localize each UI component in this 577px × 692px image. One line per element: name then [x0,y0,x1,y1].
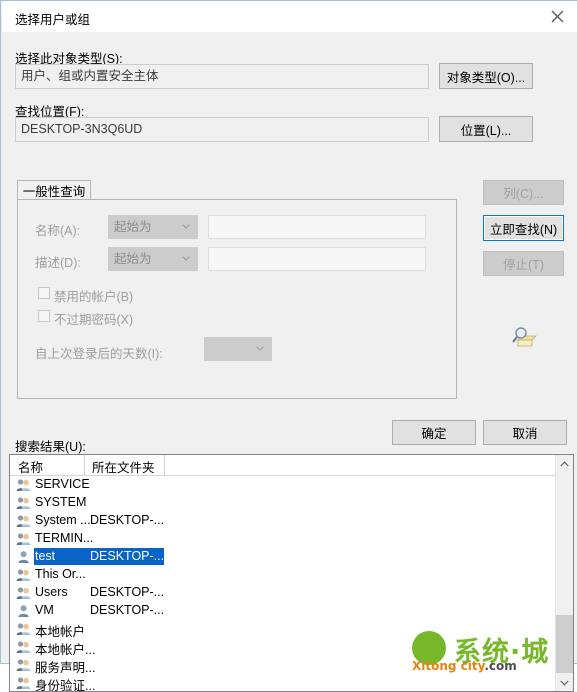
group-icon [16,496,32,510]
description-label: 描述(D): [35,256,81,270]
magnifier-folder-icon [512,327,537,347]
group-icon [16,622,32,636]
description-condition-dropdown[interactable]: 起始为 [108,247,198,271]
non-expiring-password-checkbox[interactable] [38,310,50,322]
user-icon [18,551,29,563]
table-row[interactable]: SYSTEM [10,494,573,512]
scroll-down-button[interactable] [556,674,573,691]
group-icon [16,532,32,546]
common-queries-panel: 名称(A): 起始为 描述(D): 起始为 禁用的帐户(B) 不过期密码(X) … [17,199,457,399]
chevron-down-icon [182,256,190,261]
dialog-body: 选择此对象类型(S): 用户、组或内置安全主体 对象类型(O)... 查找位置(… [2,32,577,692]
group-icon [16,676,32,690]
chevron-up-icon [560,460,569,466]
row-folder: DESKTOP-... [90,603,165,617]
group-icon [16,658,32,672]
row-name: SERVICE [35,477,90,491]
table-row[interactable]: Users DESKTOP-... [10,584,573,602]
column-divider[interactable] [164,455,165,475]
group-icon [16,478,32,492]
group-icon [16,514,32,528]
group-icon [16,568,32,582]
row-name: This Or... [35,567,86,581]
table-row[interactable]: System ... DESKTOP-... [10,512,573,530]
window-title: 选择用户或组 [15,13,91,27]
days-since-logon-dropdown[interactable] [204,337,272,361]
group-icon [16,677,31,689]
group-icon [16,533,31,545]
table-row[interactable]: 本地帐户 [10,620,573,639]
table-row[interactable]: test DESKTOP-... [10,548,573,566]
row-name: test [35,549,56,563]
table-row[interactable]: TERMIN... [10,530,573,548]
user-icon [18,605,29,617]
name-value-input[interactable] [208,215,426,239]
chevron-down-icon [182,224,190,229]
tab-common-queries-label: 一般性查询 [22,184,86,199]
columns-button[interactable]: 列(C)... [483,180,564,205]
stop-button[interactable]: 停止(T) [483,251,564,276]
group-icon [16,659,31,671]
description-value-input[interactable] [208,247,426,271]
table-row[interactable]: SERVICE [10,476,573,494]
group-icon [16,569,31,581]
column-header-folder[interactable]: 所在文件夹 [92,457,155,476]
row-folder: DESKTOP-... [90,549,165,563]
title-bar: 选择用户或组 [2,1,577,32]
disabled-accounts-label: 禁用的帐户(B) [54,290,134,304]
column-header-name[interactable]: 名称 [18,457,43,476]
table-row[interactable]: 本地帐户... [10,638,573,657]
table-row[interactable]: This Or... [10,566,573,584]
close-icon [551,10,564,23]
list-column-headers: 名称 所在文件夹 [10,455,573,476]
find-now-button[interactable]: 立即查找(N) [483,215,564,241]
list-rows: SERVICE SYSTEM System ... DESKTOP-... TERMIN… [10,476,573,692]
table-row[interactable]: 服务声明... [10,656,573,675]
group-icon [16,497,31,509]
user-icon [16,550,32,564]
name-condition-dropdown[interactable]: 起始为 [108,215,198,239]
group-icon [16,641,31,653]
row-folder: DESKTOP-... [90,513,165,527]
select-users-or-groups-dialog: 选择用户或组 选择此对象类型(S): 用户、组或内置安全主体 对象类型(O)..… [0,0,577,692]
group-icon [16,479,31,491]
search-results-list[interactable]: 名称 所在文件夹 SERVICE SYSTEM System ... DESKTOP-… [9,454,574,692]
chevron-down-icon [256,346,264,351]
table-row[interactable]: VM DESKTOP-... [10,602,573,620]
user-icon [16,604,32,618]
non-expiring-password-label: 不过期密码(X) [54,313,134,327]
name-label: 名称(A): [35,224,81,238]
search-results-label: 搜索结果(U): [15,440,86,454]
chevron-down-icon [560,680,569,686]
close-button[interactable] [537,1,577,32]
group-icon [16,515,31,527]
list-vertical-scrollbar[interactable] [555,455,573,691]
ok-button[interactable]: 确定 [392,420,476,445]
locations-button[interactable]: 位置(L)... [439,116,533,142]
row-folder: DESKTOP-... [90,585,165,599]
object-type-field[interactable]: 用户、组或内置安全主体 [15,64,429,89]
days-since-logon-label: 自上次登录后的天数(I): [35,347,163,361]
row-name: System ... [35,513,91,527]
group-icon [16,587,31,599]
scroll-thumb[interactable] [556,615,573,673]
column-divider[interactable] [84,455,85,475]
disabled-accounts-checkbox[interactable] [38,287,50,299]
location-field[interactable]: DESKTOP-3N3Q6UD [15,117,429,142]
object-types-button[interactable]: 对象类型(O)... [439,63,533,89]
description-condition-value: 起始为 [114,252,152,266]
group-icon [16,640,32,654]
name-condition-value: 起始为 [114,220,152,234]
group-icon [16,623,31,635]
row-name: TERMIN... [35,531,94,545]
cancel-button[interactable]: 取消 [483,420,567,445]
row-name: 身份验证... [35,679,96,692]
row-name: Users [35,585,68,599]
table-row[interactable]: 身份验证... [10,674,573,692]
scroll-up-button[interactable] [556,455,573,472]
row-name: VM [35,603,54,617]
tab-common-queries[interactable]: 一般性查询 [17,180,91,200]
group-icon [16,586,32,600]
row-name: SYSTEM [35,495,87,509]
